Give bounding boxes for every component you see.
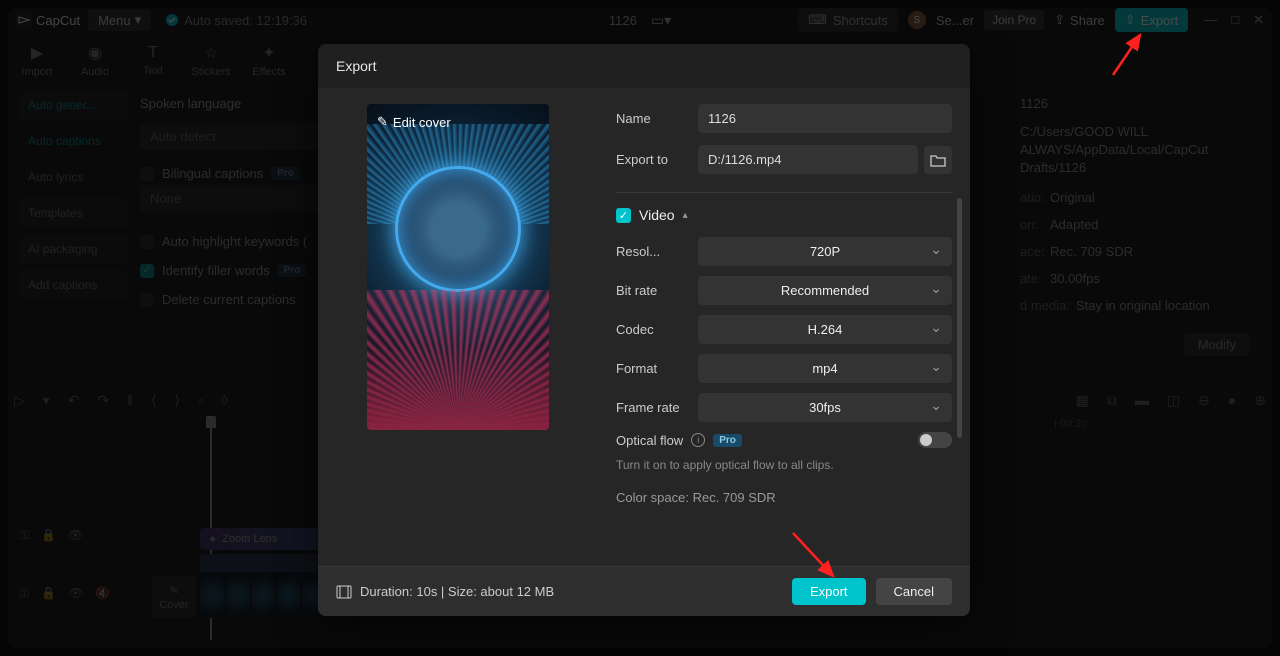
exportto-input[interactable]: D:/1126.mp4	[698, 145, 918, 174]
info-icon[interactable]: i	[691, 433, 705, 447]
exportto-label: Export to	[616, 152, 698, 167]
codec-select[interactable]: H.264	[698, 315, 952, 344]
format-label: Format	[616, 361, 698, 376]
opticalflow-toggle[interactable]	[918, 432, 952, 448]
opticalflow-label: Optical flow	[616, 433, 683, 448]
framerate-label: Frame rate	[616, 400, 698, 415]
folder-icon	[930, 153, 946, 167]
dialog-title: Export	[318, 44, 970, 88]
film-icon	[336, 585, 352, 599]
cancel-button[interactable]: Cancel	[876, 578, 952, 605]
pencil-icon: ✎	[377, 114, 388, 130]
bitrate-label: Bit rate	[616, 283, 698, 298]
edit-cover-label: Edit cover	[393, 115, 451, 130]
cover-art	[395, 166, 521, 292]
name-label: Name	[616, 111, 698, 126]
caret-up-icon: ▴	[683, 210, 688, 221]
export-preview: ✎ Edit cover	[336, 104, 580, 566]
export-form: Name 1126 Export to D:/1126.mp4 ✓ Video …	[616, 104, 952, 566]
browse-folder-button[interactable]	[924, 146, 952, 174]
video-section-header[interactable]: ✓ Video ▴	[616, 207, 952, 223]
resolution-label: Resol...	[616, 244, 698, 259]
bitrate-select[interactable]: Recommended	[698, 276, 952, 305]
export-confirm-button[interactable]: Export	[792, 578, 866, 605]
dialog-footer: Duration: 10s | Size: about 12 MB Export…	[318, 566, 970, 616]
resolution-select[interactable]: 720P	[698, 237, 952, 266]
codec-label: Codec	[616, 322, 698, 337]
pro-badge: Pro	[713, 434, 742, 447]
duration-label: Duration: 10s | Size: about 12 MB	[360, 584, 554, 599]
video-section-title: Video	[639, 207, 675, 223]
form-scrollbar[interactable]	[957, 198, 962, 438]
name-input[interactable]: 1126	[698, 104, 952, 133]
framerate-select[interactable]: 30fps	[698, 393, 952, 422]
export-dialog: Export ✎ Edit cover Name 1126 Export to …	[318, 44, 970, 616]
duration-text: Duration: 10s | Size: about 12 MB	[336, 584, 554, 599]
video-checkbox-on-icon[interactable]: ✓	[616, 208, 631, 223]
colorspace-text: Color space: Rec. 709 SDR	[616, 490, 952, 505]
format-select[interactable]: mp4	[698, 354, 952, 383]
edit-cover-button[interactable]: ✎ Edit cover	[377, 114, 451, 130]
opticalflow-hint: Turn it on to apply optical flow to all …	[616, 456, 952, 474]
cover-thumbnail[interactable]: ✎ Edit cover	[367, 104, 549, 430]
